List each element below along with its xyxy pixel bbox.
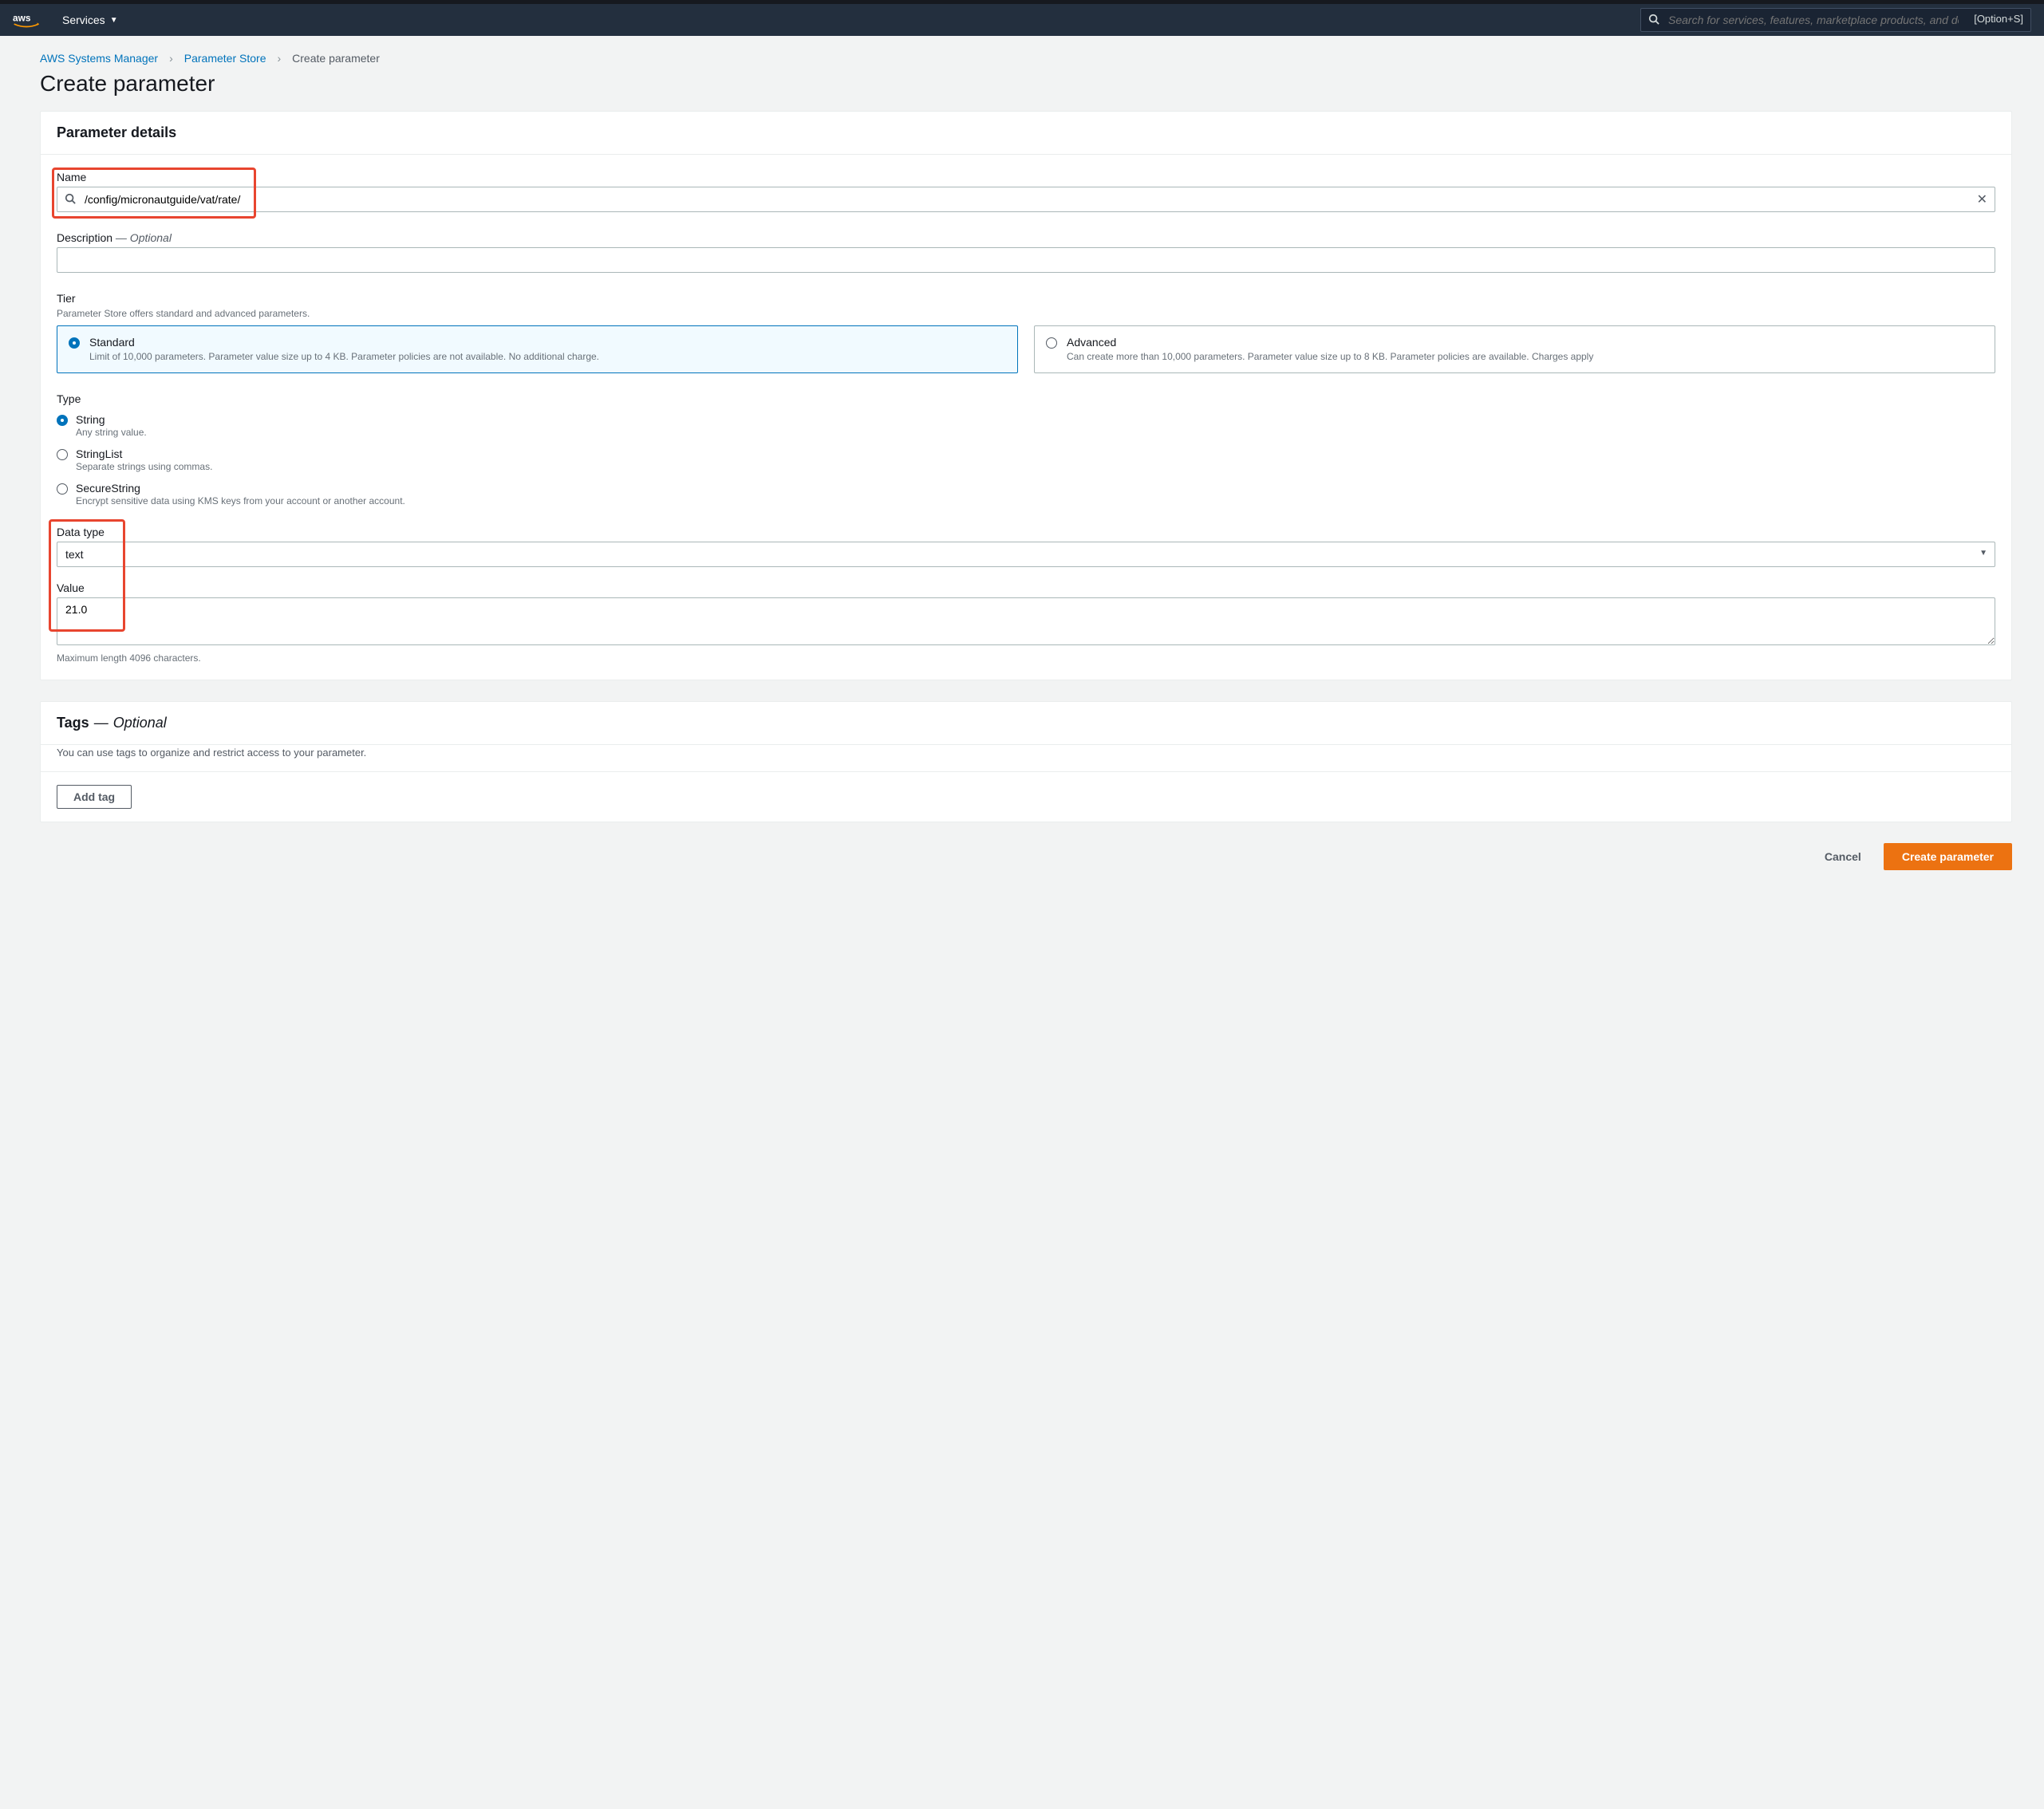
- footer-actions: Cancel Create parameter: [40, 843, 2012, 870]
- type-stringlist-title: StringList: [76, 447, 212, 460]
- services-menu[interactable]: Services ▼: [62, 14, 118, 26]
- tier-advanced-desc: Can create more than 10,000 parameters. …: [1067, 350, 1983, 363]
- breadcrumb-link-systems-manager[interactable]: AWS Systems Manager: [40, 52, 158, 65]
- type-label: Type: [57, 392, 1995, 405]
- radio-icon: [57, 449, 68, 460]
- value-input[interactable]: [57, 597, 1995, 645]
- value-hint: Maximum length 4096 characters.: [57, 652, 1995, 664]
- parameter-details-header: Parameter details: [41, 112, 2011, 155]
- type-string-title: String: [76, 413, 147, 426]
- type-string-desc: Any string value.: [76, 427, 147, 438]
- data-type-select[interactable]: text ▼: [57, 542, 1995, 567]
- radio-icon: [1046, 337, 1057, 349]
- top-nav: aws Services ▼ [Option+S]: [0, 4, 2044, 36]
- type-option-string[interactable]: String Any string value.: [57, 413, 1995, 438]
- add-tag-button[interactable]: Add tag: [57, 785, 132, 809]
- tier-standard-title: Standard: [89, 336, 1006, 349]
- svg-text:aws: aws: [13, 13, 31, 24]
- tier-hint: Parameter Store offers standard and adva…: [57, 308, 1995, 319]
- search-icon: [65, 193, 76, 207]
- breadcrumb: AWS Systems Manager › Parameter Store › …: [40, 52, 2012, 65]
- services-label: Services: [62, 14, 105, 26]
- aws-logo: aws: [13, 11, 40, 29]
- tier-tile-advanced[interactable]: Advanced Can create more than 10,000 par…: [1034, 325, 1995, 373]
- description-label: Description — Optional: [57, 231, 1995, 244]
- tier-label: Tier: [57, 292, 1995, 305]
- clear-icon[interactable]: ✕: [1977, 191, 1987, 207]
- name-label: Name: [57, 171, 1995, 183]
- type-securestring-desc: Encrypt sensitive data using KMS keys fr…: [76, 495, 405, 506]
- tier-tile-standard[interactable]: Standard Limit of 10,000 parameters. Par…: [57, 325, 1018, 373]
- chevron-down-icon: ▼: [1979, 549, 1987, 558]
- global-search-input[interactable]: [1640, 8, 2031, 32]
- tier-advanced-title: Advanced: [1067, 336, 1983, 349]
- search-icon: [1648, 14, 1659, 27]
- tags-description: You can use tags to organize and restric…: [57, 747, 1995, 759]
- global-search: [Option+S]: [1640, 8, 2031, 32]
- type-stringlist-desc: Separate strings using commas.: [76, 461, 212, 472]
- name-input[interactable]: [57, 187, 1995, 212]
- radio-icon: [57, 483, 68, 495]
- type-option-securestring[interactable]: SecureString Encrypt sensitive data usin…: [57, 482, 1995, 506]
- chevron-right-icon: ›: [169, 52, 173, 65]
- tags-panel: Tags — Optional You can use tags to orga…: [40, 701, 2012, 822]
- data-type-value: text: [65, 548, 84, 561]
- search-shortcut: [Option+S]: [1974, 13, 2023, 25]
- breadcrumb-link-parameter-store[interactable]: Parameter Store: [184, 52, 266, 65]
- radio-icon: [69, 337, 80, 349]
- type-securestring-title: SecureString: [76, 482, 405, 495]
- create-parameter-button[interactable]: Create parameter: [1884, 843, 2012, 870]
- tags-header: Tags — Optional: [41, 702, 2011, 745]
- cancel-button[interactable]: Cancel: [1813, 844, 1872, 869]
- type-option-stringlist[interactable]: StringList Separate strings using commas…: [57, 447, 1995, 472]
- value-label: Value: [57, 581, 1995, 594]
- chevron-right-icon: ›: [277, 52, 281, 65]
- radio-icon: [57, 415, 68, 426]
- page-title: Create parameter: [40, 71, 2012, 97]
- tier-standard-desc: Limit of 10,000 parameters. Parameter va…: [89, 350, 1006, 363]
- parameter-details-panel: Parameter details Name ✕ Description — O…: [40, 111, 2012, 680]
- data-type-label: Data type: [57, 526, 1995, 538]
- breadcrumb-current: Create parameter: [292, 52, 380, 65]
- description-input[interactable]: [57, 247, 1995, 273]
- chevron-down-icon: ▼: [110, 16, 118, 25]
